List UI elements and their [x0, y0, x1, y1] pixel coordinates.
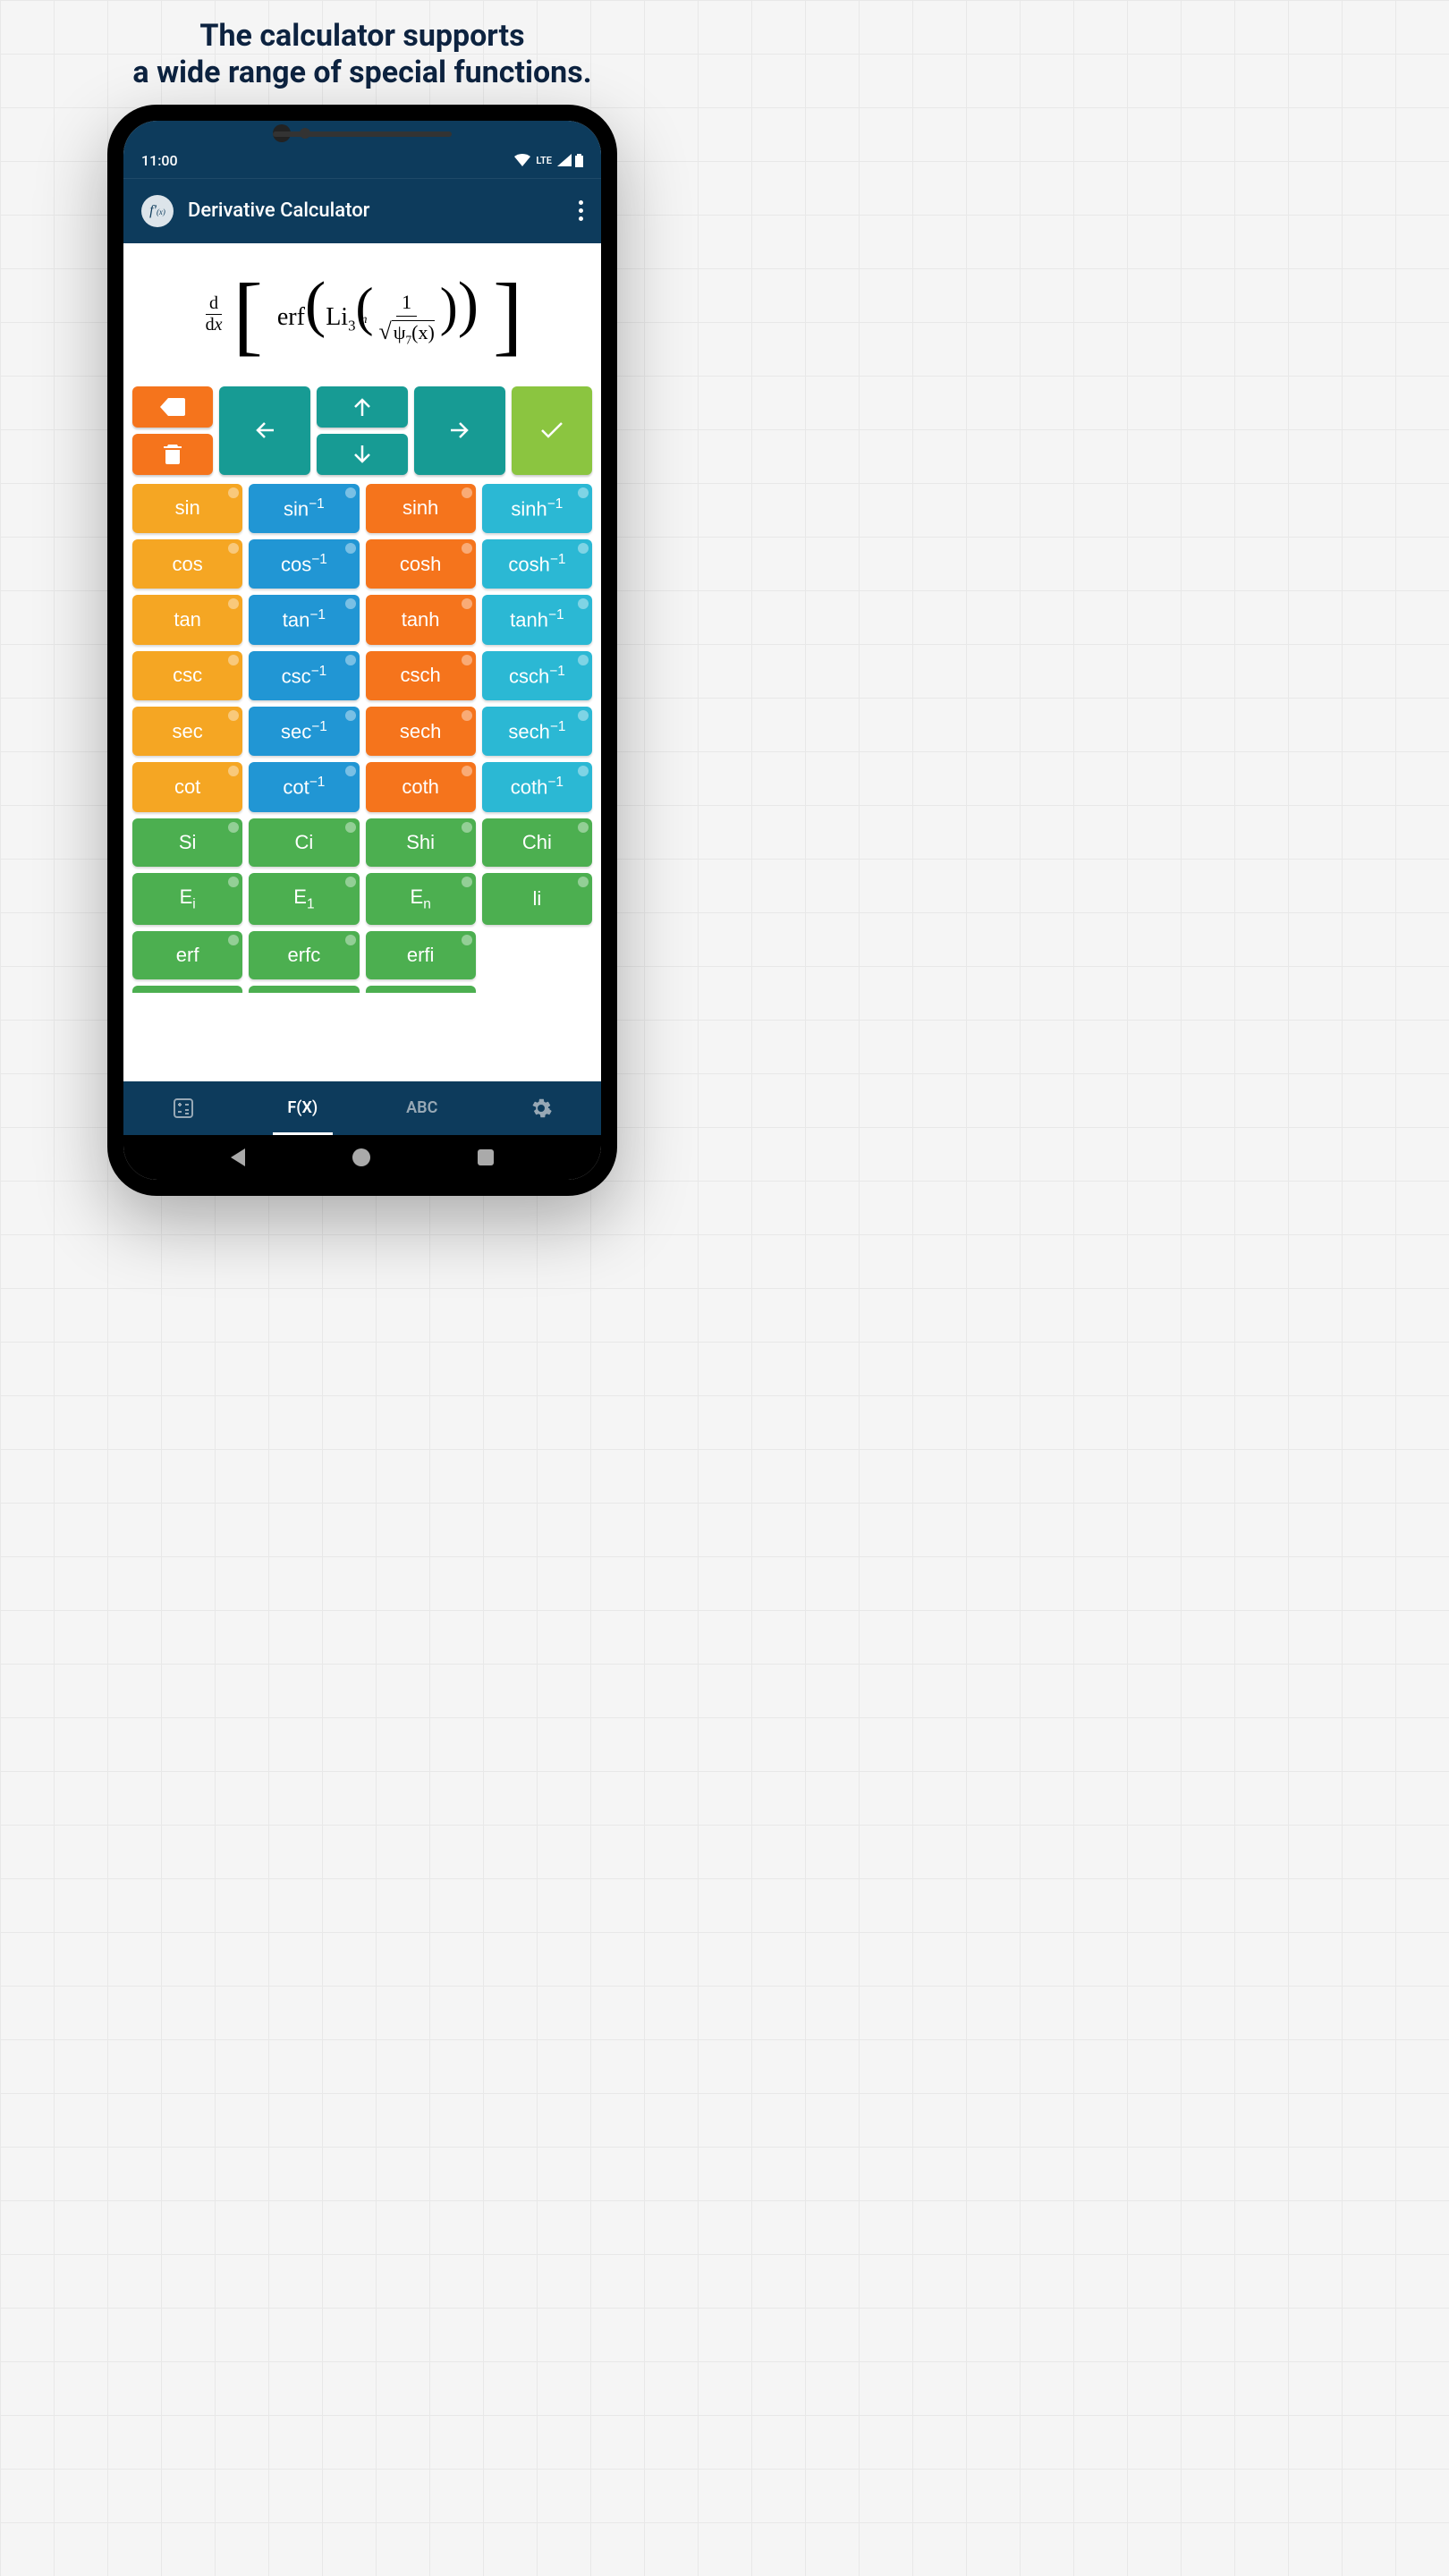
right-arrow-button[interactable] [414, 386, 505, 475]
delete-button[interactable] [132, 434, 213, 475]
fn-button-li[interactable]: li [482, 873, 592, 925]
android-back-icon[interactable] [231, 1148, 245, 1166]
fn-button-cot[interactable]: cot [132, 762, 242, 811]
fn-button-cosh-inv[interactable]: cosh−1 [482, 539, 592, 589]
android-nav-bar [123, 1135, 601, 1180]
phone-frame: 11:00 LTE f'(x) Derivative Calculator d … [107, 105, 617, 1196]
android-recents-icon[interactable] [478, 1149, 494, 1165]
fn-row: cotcot−1cothcoth−1 [132, 762, 592, 811]
calculator-icon [173, 1097, 194, 1119]
fn-button-e-i[interactable]: Ei [132, 873, 242, 925]
android-home-icon[interactable] [352, 1148, 370, 1166]
check-icon [540, 421, 564, 439]
fn-button-erfc[interactable]: erfc [249, 931, 359, 979]
fn-button-sech[interactable]: sech [366, 707, 476, 756]
erf-label: erf [277, 303, 305, 331]
left-arrow-button[interactable] [219, 386, 310, 475]
gear-icon [530, 1097, 552, 1119]
fn-button-peek[interactable] [132, 986, 242, 993]
arrow-right-icon [449, 421, 470, 439]
status-time: 11:00 [141, 152, 178, 169]
fn-button-csch-inv[interactable]: csch−1 [482, 651, 592, 700]
phone-screen: 11:00 LTE f'(x) Derivative Calculator d … [123, 121, 601, 1180]
fn-button-si[interactable]: Si [132, 818, 242, 867]
trash-icon [164, 445, 182, 464]
fn-button-sech-inv[interactable]: sech−1 [482, 707, 592, 756]
fn-button-sinh[interactable]: sinh [366, 484, 476, 533]
fn-button-erf[interactable]: erf [132, 931, 242, 979]
tab-abc[interactable]: ABC [362, 1081, 482, 1135]
fn-button-sinh-inv[interactable]: sinh−1 [482, 484, 592, 533]
bottom-nav: F(X) ABC [123, 1081, 601, 1135]
signal-icon [557, 154, 572, 166]
app-logo-icon: f'(x) [141, 195, 174, 227]
fn-row: coscos−1coshcosh−1 [132, 539, 592, 589]
left-bracket: [ [233, 279, 263, 351]
fn-row: SiCiShiChi [132, 818, 592, 867]
fn-button-coth-inv[interactable]: coth−1 [482, 762, 592, 811]
nav-controls [123, 386, 601, 475]
li-label: Li [326, 303, 348, 331]
tab-settings[interactable] [482, 1081, 602, 1135]
arrow-left-icon [254, 421, 275, 439]
battery-icon [575, 154, 583, 167]
tab-calculator[interactable] [123, 1081, 243, 1135]
menu-icon[interactable] [579, 200, 583, 221]
fn-button-tanh-inv[interactable]: tanh−1 [482, 595, 592, 644]
fn-button-e-1[interactable]: E1 [249, 873, 359, 925]
down-arrow-button[interactable] [317, 434, 408, 475]
deriv-denominator: dx [202, 315, 226, 335]
fn-button-chi[interactable]: Chi [482, 818, 592, 867]
marketing-headline: The calculator supports a wide range of … [132, 18, 591, 91]
fn-row: erferfcerfi [132, 931, 592, 979]
status-bar: 11:00 LTE [123, 121, 601, 178]
lte-label: LTE [536, 155, 552, 166]
right-bracket: ] [493, 279, 522, 351]
phone-speaker [273, 131, 452, 137]
fn-button-csc[interactable]: csc [132, 651, 242, 700]
fn-button-sin[interactable]: sin [132, 484, 242, 533]
fn-button-peek[interactable] [366, 986, 476, 993]
fn-row: EiE1Enli [132, 873, 592, 925]
confirm-button[interactable] [512, 386, 592, 475]
fn-button-cos-inv[interactable]: cos−1 [249, 539, 359, 589]
function-keypad: sinsin−1sinhsinh−1coscos−1coshcosh−1tant… [123, 484, 601, 1081]
deriv-numerator: d [206, 293, 222, 315]
fn-button-csch[interactable]: csch [366, 651, 476, 700]
fn-row: sinsin−1sinhsinh−1 [132, 484, 592, 533]
up-arrow-button[interactable] [317, 386, 408, 428]
fn-button-erfi[interactable]: erfi [366, 931, 476, 979]
fn-button-shi[interactable]: Shi [366, 818, 476, 867]
app-bar: f'(x) Derivative Calculator [123, 178, 601, 243]
fn-button-cot-inv[interactable]: cot−1 [249, 762, 359, 811]
formula-display[interactable]: d dx [ erf(Li3( 1 n√ψ7(x) )) ] [123, 243, 601, 386]
fn-button-peek[interactable] [249, 986, 359, 993]
app-title: Derivative Calculator [188, 199, 564, 222]
backspace-button[interactable] [132, 386, 213, 428]
frac-numerator: 1 [396, 289, 417, 317]
fn-button-cosh[interactable]: cosh [366, 539, 476, 589]
fn-button-e-n[interactable]: En [366, 873, 476, 925]
backspace-icon [160, 398, 185, 416]
fn-button-cos[interactable]: cos [132, 539, 242, 589]
fn-button-tan-inv[interactable]: tan−1 [249, 595, 359, 644]
fn-button-tan[interactable]: tan [132, 595, 242, 644]
arrow-up-icon [353, 398, 371, 416]
tab-fx[interactable]: F(X) [243, 1081, 363, 1135]
arrow-down-icon [353, 445, 371, 463]
fn-row-peek [132, 986, 592, 993]
fn-row: csccsc−1cschcsch−1 [132, 651, 592, 700]
fn-button-tanh[interactable]: tanh [366, 595, 476, 644]
fn-row: secsec−1sechsech−1 [132, 707, 592, 756]
fn-row: tantan−1tanhtanh−1 [132, 595, 592, 644]
fn-button-sec[interactable]: sec [132, 707, 242, 756]
fn-button-sin-inv[interactable]: sin−1 [249, 484, 359, 533]
fn-button-csc-inv[interactable]: csc−1 [249, 651, 359, 700]
frac-denominator: n√ψ7(x) [373, 317, 439, 349]
fn-button-sec-inv[interactable]: sec−1 [249, 707, 359, 756]
fn-button-coth[interactable]: coth [366, 762, 476, 811]
wifi-icon [514, 154, 530, 166]
fn-button-ci[interactable]: Ci [249, 818, 359, 867]
